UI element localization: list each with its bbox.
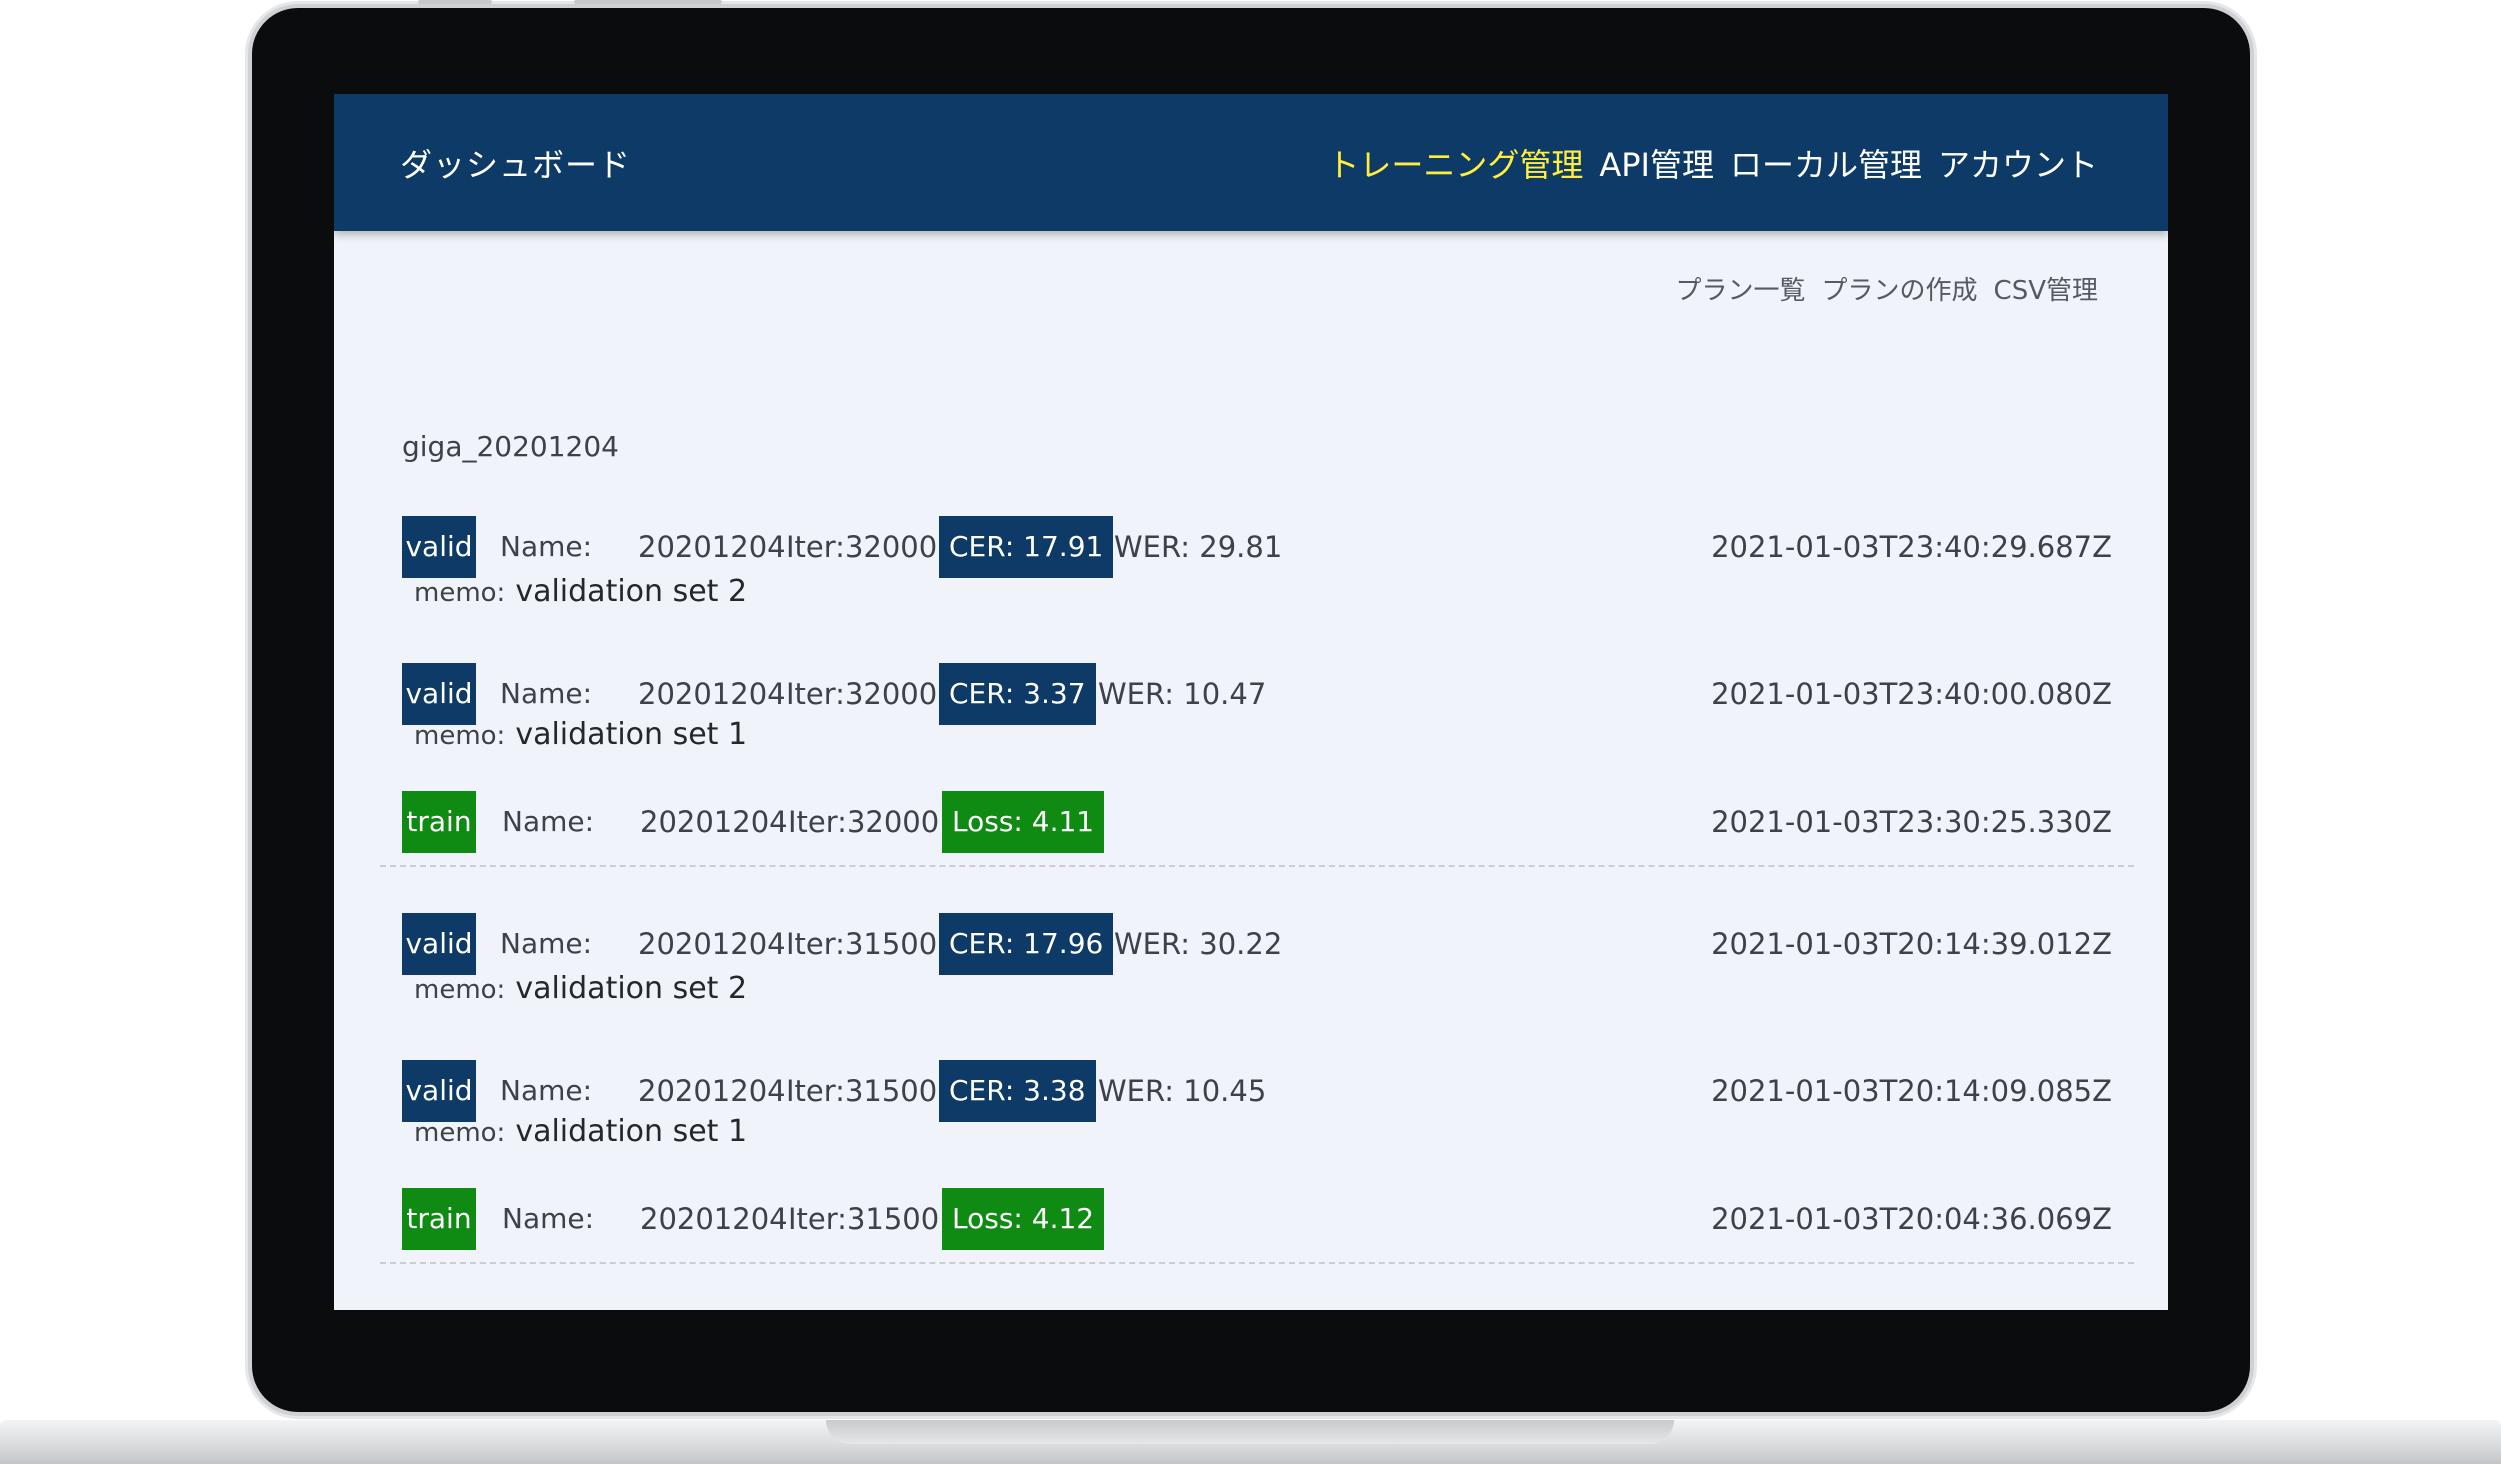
record-row: valid Name: 20201204 Iter:31500 CER: 17.… (334, 913, 2168, 1006)
loss-badge: Loss: 4.11 (942, 791, 1105, 853)
memo-value: validation set 1 (515, 717, 748, 752)
memo-line: memo: validation set 2 (414, 574, 747, 609)
brand-link[interactable]: ダッシュボード (400, 140, 631, 186)
name-label: Name: (500, 530, 593, 563)
cer-badge: CER: 3.37 (939, 663, 1096, 725)
name-value: 20201204 (640, 805, 788, 839)
memo-label: memo: (414, 1118, 506, 1148)
name-label: Name: (502, 1202, 595, 1235)
iter-value: Iter:31500 (786, 1074, 938, 1108)
name-value: 20201204 (640, 1202, 788, 1236)
wer-value: WER: 10.45 (1098, 1074, 1267, 1108)
iter-value: Iter:31500 (788, 1202, 940, 1236)
timestamp: 2021-01-03T23:40:00.080Z (1711, 677, 2112, 711)
group-divider (380, 1262, 2134, 1264)
memo-value: validation set 2 (515, 971, 748, 1006)
timestamp: 2021-01-03T20:14:09.085Z (1711, 1074, 2112, 1108)
memo-line: memo: validation set 1 (414, 1114, 747, 1149)
cer-badge: CER: 17.91 (939, 516, 1114, 578)
iter-value: Iter:32000 (788, 805, 940, 839)
plan-title: giga_20201204 (402, 430, 619, 463)
type-badge: valid (402, 663, 476, 725)
name-label: Name: (500, 1074, 593, 1107)
memo-label: memo: (414, 721, 506, 751)
subnav-create-plan[interactable]: プランの作成 (1822, 270, 1978, 307)
record-row: valid Name: 20201204 Iter:32000 CER: 17.… (334, 516, 2168, 609)
name-label: Name: (500, 927, 593, 960)
nav-account[interactable]: アカウント (1938, 140, 2098, 186)
iter-value: Iter:31500 (786, 927, 938, 961)
type-badge: train (402, 791, 476, 853)
cer-badge: CER: 17.96 (939, 913, 1114, 975)
wer-value: WER: 30.22 (1114, 927, 1283, 961)
timestamp: 2021-01-03T23:40:29.687Z (1711, 530, 2112, 564)
iter-value: Iter:32000 (786, 677, 938, 711)
record-row: valid Name: 20201204 Iter:32000 CER: 3.3… (334, 663, 2168, 752)
record-row: train Name: 20201204 Iter:31500 Loss: 4.… (334, 1188, 2168, 1252)
record-row: valid Name: 20201204 Iter:31500 CER: 3.3… (334, 1060, 2168, 1149)
main-nav: トレーニング管理 API管理 ローカル管理 アカウント (1327, 140, 2098, 186)
cer-badge: CER: 3.38 (939, 1060, 1096, 1122)
timestamp: 2021-01-03T23:30:25.330Z (1711, 805, 2112, 839)
name-value: 20201204 (638, 927, 786, 961)
iter-value: Iter:32000 (786, 530, 938, 564)
memo-label: memo: (414, 975, 506, 1005)
record-row: train Name: 20201204 Iter:32000 Loss: 4.… (334, 791, 2168, 855)
nav-api[interactable]: API管理 (1599, 140, 1714, 186)
timestamp: 2021-01-03T20:14:39.012Z (1711, 927, 2112, 961)
type-badge: valid (402, 516, 476, 578)
loss-badge: Loss: 4.12 (942, 1188, 1105, 1250)
name-value: 20201204 (638, 530, 786, 564)
type-badge: valid (402, 913, 476, 975)
subnav-csv[interactable]: CSV管理 (1994, 270, 2098, 307)
top-navbar: ダッシュボード トレーニング管理 API管理 ローカル管理 アカウント (334, 94, 2168, 231)
laptop-base-notch (826, 1420, 1674, 1444)
nav-local[interactable]: ローカル管理 (1730, 140, 1922, 186)
name-label: Name: (502, 805, 595, 838)
group-divider (380, 865, 2134, 867)
timestamp: 2021-01-03T20:04:36.069Z (1711, 1202, 2112, 1236)
memo-label: memo: (414, 578, 506, 608)
type-badge: train (402, 1188, 476, 1250)
subnav-plan-list[interactable]: プラン一覧 (1676, 270, 1806, 307)
wer-value: WER: 10.47 (1098, 677, 1267, 711)
app-screen: ダッシュボード トレーニング管理 API管理 ローカル管理 アカウント プラン一… (334, 94, 2168, 1310)
nav-training[interactable]: トレーニング管理 (1327, 140, 1583, 186)
lid-edge-highlight (574, 0, 722, 4)
name-value: 20201204 (638, 677, 786, 711)
wer-value: WER: 29.81 (1114, 530, 1283, 564)
type-badge: valid (402, 1060, 476, 1122)
memo-line: memo: validation set 1 (414, 717, 747, 752)
device-frame: ダッシュボード トレーニング管理 API管理 ローカル管理 アカウント プラン一… (0, 0, 2501, 1464)
memo-value: validation set 2 (515, 574, 748, 609)
name-value: 20201204 (638, 1074, 786, 1108)
sub-nav: プラン一覧 プランの作成 CSV管理 (1676, 270, 2098, 307)
memo-value: validation set 1 (515, 1114, 748, 1149)
lid-edge-highlight (418, 0, 492, 4)
memo-line: memo: validation set 2 (414, 971, 747, 1006)
name-label: Name: (500, 677, 593, 710)
